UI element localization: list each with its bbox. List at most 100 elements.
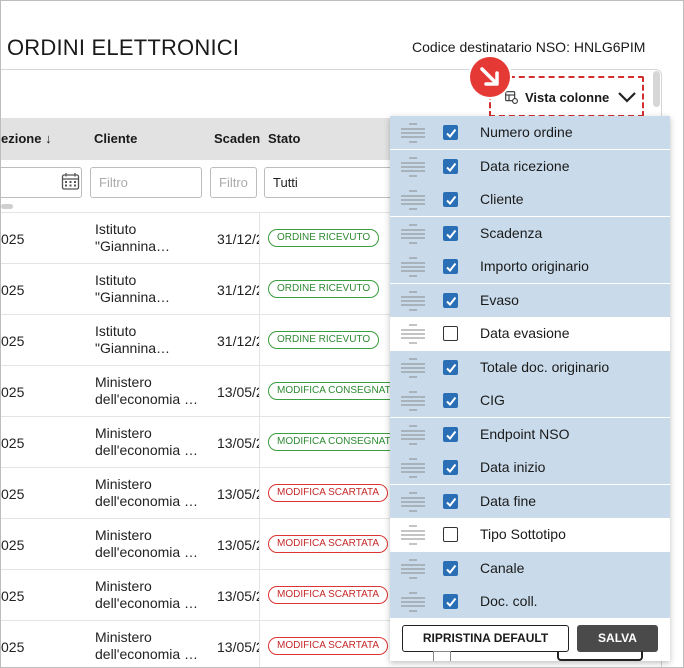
columns-settings-icon	[505, 91, 518, 104]
column-option[interactable]: Numero ordine	[390, 116, 670, 149]
column-header-data-ricezione[interactable]: ezione ↓	[1, 131, 61, 146]
drag-handle-icon[interactable]	[400, 291, 426, 311]
scadenza-cell: 13/05/2	[217, 639, 259, 655]
column-option[interactable]: Cliente	[390, 183, 670, 216]
row-action-button[interactable]	[557, 651, 643, 661]
scadenza-cell: 13/05/2	[217, 588, 259, 604]
drag-handle-icon[interactable]	[400, 224, 426, 244]
column-header-cliente[interactable]: Cliente	[94, 131, 204, 146]
cliente-line-1: Ministero	[95, 578, 152, 594]
scadenza-cell: 31/12/2	[217, 231, 259, 247]
column-option[interactable]: Tipo Sottotipo	[390, 518, 670, 551]
drag-handle-icon[interactable]	[400, 123, 426, 143]
sort-desc-icon[interactable]: ↓	[45, 131, 52, 146]
data-ricezione-cell: 025	[1, 486, 25, 502]
column-option[interactable]: Importo originario	[390, 250, 670, 283]
column-option[interactable]: Scadenza	[390, 217, 670, 250]
column-option[interactable]: Data evasione	[390, 317, 670, 350]
column-checkbox[interactable]	[443, 125, 458, 140]
cliente-cell: Ministero dell'economia …	[95, 476, 205, 510]
drag-handle-icon[interactable]	[400, 592, 426, 612]
drag-handle-icon[interactable]	[400, 458, 426, 478]
data-ricezione-cell: 025	[1, 639, 25, 655]
drag-handle-icon[interactable]	[400, 257, 426, 277]
column-checkbox[interactable]	[443, 159, 458, 174]
save-button[interactable]: SALVA	[577, 625, 658, 652]
drag-handle-icon[interactable]	[400, 492, 426, 512]
vista-colonne-label: Vista colonne	[525, 90, 610, 105]
scadenza-cell: 13/05/2	[217, 384, 259, 400]
column-option[interactable]: CIG	[390, 384, 670, 417]
cliente-cell: Ministero dell'economia …	[95, 578, 205, 612]
drag-handle-icon[interactable]	[400, 525, 426, 545]
data-ricezione-cell: 025	[1, 435, 25, 451]
column-divider	[259, 213, 260, 264]
column-checkbox[interactable]	[443, 393, 458, 408]
column-divider	[259, 315, 260, 366]
column-header-stato[interactable]: Stato	[268, 131, 378, 146]
status-badge: ORDINE RICEVUTO	[268, 229, 380, 247]
drag-handle-icon[interactable]	[400, 559, 426, 579]
cliente-line-2: dell'economia …	[95, 391, 199, 407]
column-checkbox[interactable]	[443, 427, 458, 442]
drag-handle-icon[interactable]	[400, 324, 426, 344]
column-divider	[259, 264, 260, 315]
drag-handle-icon[interactable]	[400, 425, 426, 445]
scadenza-cell: 13/05/2	[217, 486, 259, 502]
column-checkbox[interactable]	[443, 360, 458, 375]
column-checkbox[interactable]	[443, 259, 458, 274]
data-ricezione-cell: 025	[1, 282, 25, 298]
calendar-icon[interactable]	[61, 172, 80, 191]
cliente-line-1: Istituto	[95, 221, 137, 237]
cliente-cell: Ministero dell'economia …	[95, 629, 205, 663]
column-option-label: Data evasione	[480, 325, 570, 341]
vista-colonne-button[interactable]: Vista colonne	[496, 81, 646, 114]
column-option[interactable]: Endpoint NSO	[390, 418, 670, 451]
vertical-scrollbar[interactable]	[653, 71, 660, 107]
cliente-line-1: Ministero	[95, 374, 152, 390]
cliente-cell: Istituto "Giannina…	[95, 323, 205, 357]
column-divider	[259, 468, 260, 519]
column-checkbox[interactable]	[443, 326, 458, 341]
column-option[interactable]: Doc. coll.	[390, 585, 670, 618]
column-checkbox[interactable]	[443, 594, 458, 609]
column-option[interactable]: Data ricezione	[390, 150, 670, 183]
column-checkbox[interactable]	[443, 226, 458, 241]
column-option-label: Evaso	[480, 292, 519, 308]
drag-handle-icon[interactable]	[400, 358, 426, 378]
column-header-scadenza[interactable]: Scaden	[214, 131, 260, 146]
horizontal-scrollbar[interactable]	[1, 204, 13, 209]
column-checkbox[interactable]	[443, 561, 458, 576]
column-option[interactable]: Canale	[390, 552, 670, 585]
drag-handle-icon[interactable]	[400, 190, 426, 210]
drag-handle-icon[interactable]	[400, 157, 426, 177]
column-checkbox[interactable]	[443, 460, 458, 475]
stato-filter-select[interactable]: Tutti	[264, 167, 394, 198]
column-header-label: ezione	[1, 131, 42, 146]
pointer-arrow-icon	[470, 57, 510, 97]
column-option-label: Endpoint NSO	[480, 426, 570, 442]
column-checkbox[interactable]	[443, 192, 458, 207]
row-action-icon[interactable]	[433, 651, 451, 661]
column-option[interactable]: Evaso	[390, 284, 670, 317]
cliente-cell: Ministero dell'economia …	[95, 527, 205, 561]
column-option-label: Tipo Sottotipo	[480, 526, 566, 542]
scadenza-filter-input[interactable]: Filtro	[210, 167, 257, 198]
status-badge: MODIFICA SCARTATA	[268, 586, 389, 604]
cliente-filter-input[interactable]: Filtro	[90, 167, 202, 198]
drag-handle-icon[interactable]	[400, 391, 426, 411]
reset-default-button[interactable]: RIPRISTINA DEFAULT	[402, 625, 569, 652]
column-divider	[259, 417, 260, 468]
cliente-line-2: dell'economia …	[95, 595, 199, 611]
column-checkbox[interactable]	[443, 494, 458, 509]
app-frame: ORDINI ELETTRONICI Codice destinatario N…	[0, 0, 684, 668]
column-option[interactable]: Data inizio	[390, 451, 670, 484]
column-option[interactable]: Totale doc. originario	[390, 351, 670, 384]
status-badge: MODIFICA CONSEGNATA	[268, 382, 398, 400]
page-title: ORDINI ELETTRONICI	[7, 35, 240, 60]
column-option[interactable]: Data fine	[390, 485, 670, 518]
column-checkbox[interactable]	[443, 293, 458, 308]
column-checkbox[interactable]	[443, 527, 458, 542]
status-badge: MODIFICA CONSEGNATA	[268, 433, 398, 451]
column-option-label: Cliente	[480, 191, 524, 207]
